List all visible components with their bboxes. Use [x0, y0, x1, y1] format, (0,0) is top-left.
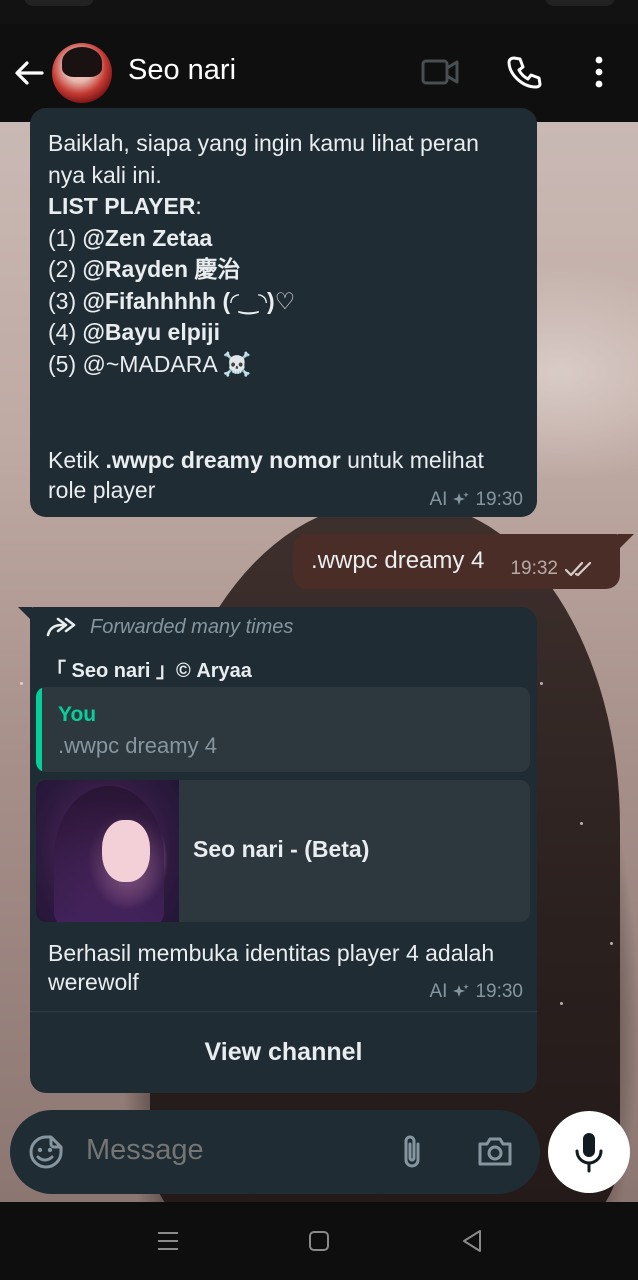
outgoing-message[interactable]: .wwpc dreamy 4 19:32 [293, 534, 634, 589]
list-heading-line: LIST PLAYER: [48, 193, 202, 219]
contact-name[interactable]: Seo nari [128, 54, 236, 87]
forwarded-indicator: Forwarded many times [46, 615, 293, 639]
message-text: .wwpc dreamy 4 [311, 547, 485, 574]
message-composer [10, 1110, 540, 1194]
player-mention[interactable]: @~MADARA ☠️ [83, 351, 252, 377]
video-call-icon[interactable] [420, 56, 460, 88]
player-line: (5) @~MADARA ☠️ [48, 350, 252, 377]
player-mention[interactable]: @Fifahhhhh (◜‿◝)♡ [83, 288, 296, 314]
system-nav-bar [0, 1202, 638, 1280]
message-text: Baiklah, siapa yang ingin kamu lihat per… [48, 128, 518, 380]
more-options-icon[interactable] [588, 54, 610, 90]
ai-label: AI [429, 981, 448, 1002]
status-strip [0, 0, 638, 24]
nav-back-icon[interactable] [460, 1229, 484, 1253]
microphone-icon [575, 1133, 603, 1173]
quote-author: You [58, 703, 97, 726]
status-pill [545, 0, 615, 6]
voice-message-button[interactable] [548, 1111, 630, 1193]
incoming-message[interactable]: Baiklah, siapa yang ingin kamu lihat per… [30, 108, 537, 517]
forwarded-label: Forwarded many times [90, 615, 294, 638]
forwarded-message[interactable]: Forwarded many times 「 Seo nari 」© Aryaa… [18, 607, 537, 1093]
message-time: 19:32 [510, 558, 558, 579]
status-pill [24, 0, 94, 6]
message-time: 19:30 [475, 489, 523, 510]
player-mention[interactable]: @Bayu elpiji [83, 319, 220, 345]
home-icon[interactable] [308, 1230, 330, 1252]
sender-name[interactable]: 「 Seo nari 」© Aryaa [46, 654, 252, 683]
recent-apps-icon[interactable] [156, 1230, 180, 1252]
message-time: 19:30 [475, 981, 523, 1002]
quote-bar [36, 687, 42, 772]
player-mention[interactable]: @Rayden 慶治 [83, 256, 241, 282]
quote-text: .wwpc dreamy 4 [58, 733, 217, 758]
contact-avatar[interactable] [52, 43, 112, 103]
command-text: .wwpc dreamy nomor [105, 447, 341, 473]
quoted-message[interactable]: You .wwpc dreamy 4 [36, 687, 530, 772]
message-intro: Baiklah, siapa yang ingin kamu lihat per… [48, 130, 479, 188]
player-line: (3) @Fifahhhhh (◜‿◝)♡ [48, 287, 296, 314]
view-channel-button[interactable]: View channel [30, 1012, 537, 1093]
player-line: (4) @Bayu elpiji [48, 319, 220, 345]
bubble-tail [618, 534, 634, 550]
player-line: (2) @Rayden 慶治 [48, 256, 241, 282]
camera-icon[interactable] [476, 1134, 514, 1170]
player-line: (1) @Zen Zetaa [48, 224, 213, 251]
double-check-icon [564, 561, 592, 577]
back-arrow-icon[interactable] [12, 56, 46, 90]
channel-thumbnail [36, 780, 179, 922]
message-input[interactable] [86, 1134, 376, 1167]
voice-call-icon[interactable] [506, 54, 542, 90]
channel-title: Seo nari - (Beta) [193, 836, 370, 862]
message-meta: AI 19:30 [430, 981, 524, 1003]
bubble-tail [18, 607, 32, 621]
channel-preview-card[interactable]: Seo nari - (Beta) [36, 780, 530, 922]
ai-label: AI [429, 489, 448, 510]
message-meta: 19:32 [510, 558, 594, 580]
emoji-sticker-icon[interactable] [28, 1134, 64, 1170]
list-heading: LIST PLAYER [48, 193, 196, 219]
message-meta: AI 19:30 [430, 489, 524, 511]
player-mention[interactable]: @Zen Zetaa [83, 225, 213, 251]
ai-sparkle-icon [453, 984, 470, 997]
forwarded-icon [46, 617, 76, 637]
ai-sparkle-icon [453, 492, 470, 505]
attach-icon[interactable] [396, 1132, 428, 1172]
